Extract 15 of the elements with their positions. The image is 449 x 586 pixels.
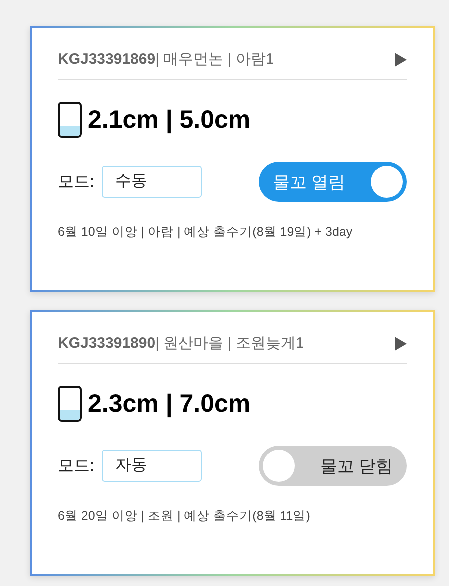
mode-field[interactable]: 자동 (102, 450, 202, 482)
water-level-icon (58, 386, 82, 422)
mode-field[interactable]: 수동 (102, 166, 202, 198)
planting-info: 6월 10일 이앙 | 아람 | 예상 출수기(8월 19일) + 3day (58, 224, 354, 241)
valve-toggle[interactable]: 물꼬 닫힘 (259, 446, 407, 486)
planting-info: 6월 20일 이앙 | 조원 | 예상 출수기(8월 11일) (58, 508, 312, 525)
mode-label: 모드: (58, 456, 94, 476)
water-depth-reading: 2.3cm | 7.0cm (88, 390, 251, 418)
water-depth-reading: 2.1cm | 5.0cm (88, 106, 251, 134)
device-title: KGJ33391890| 원산마을 | 조원늦게1 (58, 334, 304, 353)
play-icon[interactable] (395, 336, 407, 350)
play-icon[interactable] (395, 52, 407, 66)
device-title: KGJ33391869| 매우먼논 | 아람1 (58, 50, 274, 69)
mode-label: 모드: (58, 172, 94, 192)
water-level-icon (58, 102, 82, 138)
